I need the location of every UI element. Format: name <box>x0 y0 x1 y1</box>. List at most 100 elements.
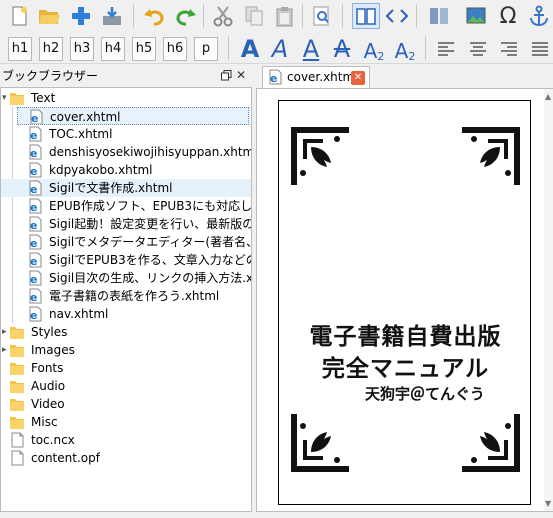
tree-folder[interactable]: ▾ Text <box>1 89 251 107</box>
paragraph-button[interactable]: p <box>194 37 218 61</box>
xhtml-file-icon: e <box>27 288 43 304</box>
vertical-scrollbar[interactable] <box>544 89 553 511</box>
tree-item-label: Fonts <box>31 361 64 375</box>
tree-item-label: Sigil目次の生成、リンクの挿入方法.xhtml <box>49 271 251 285</box>
tab-cover-xhtml[interactable]: e cover.xhtml ✕ <box>262 66 370 88</box>
xhtml-file-icon: e <box>27 216 43 232</box>
tree-folder[interactable]: ▸ Styles <box>1 323 251 341</box>
tree-item-label: EPUB作成ソフト、EPUB3にも対応したSig... <box>49 199 251 213</box>
heading-1-button[interactable]: h1 <box>8 37 32 61</box>
corner-ornament-bottom-right <box>462 414 520 472</box>
tree-folder[interactable]: Video <box>1 395 251 413</box>
copy-icon[interactable] <box>241 3 267 29</box>
xhtml-file-icon: e <box>27 270 43 286</box>
code-view-icon[interactable] <box>384 3 410 29</box>
bold-button[interactable]: A <box>238 33 262 63</box>
tree-item-label: kdpyakobo.xhtml <box>49 163 153 177</box>
svg-text:e: e <box>30 147 37 160</box>
tree-file[interactable]: e EPUB作成ソフト、EPUB3にも対応したSig... <box>1 197 251 215</box>
corner-ornament-bottom-left <box>291 414 349 472</box>
tree-folder[interactable]: Audio <box>1 377 251 395</box>
scroll-down-icon[interactable]: ▼ <box>545 500 553 508</box>
underline-button[interactable]: A <box>299 33 323 63</box>
cover-title-line1: 電子書籍自費出版 <box>309 324 502 350</box>
tree-file[interactable]: e denshisyosekiwojihisyuppan.xhtml <box>1 143 251 161</box>
tree-file[interactable]: e Sigil起動！設定変更を行い、最新版の... <box>1 215 251 233</box>
tree-item-label: Video <box>31 397 65 411</box>
folder-icon <box>9 396 25 412</box>
tree-file[interactable]: content.opf <box>1 449 251 467</box>
heading-6-button[interactable]: h6 <box>163 37 187 61</box>
superscript-button[interactable]: A2 <box>393 33 417 63</box>
tree-item-label: denshisyosekiwojihisyuppan.xhtml <box>49 145 251 159</box>
close-icon[interactable]: ✕ <box>236 69 248 81</box>
tree-folder[interactable]: Fonts <box>1 359 251 377</box>
float-icon[interactable] <box>221 70 232 81</box>
subscript-mark: 2 <box>377 50 385 63</box>
align-left-icon[interactable] <box>433 36 459 62</box>
justify-icon[interactable] <box>527 36 553 62</box>
tree-file[interactable]: e TOC.xhtml <box>1 125 251 143</box>
folder-icon <box>9 378 25 394</box>
tree-file[interactable]: e Sigil目次の生成、リンクの挿入方法.xhtml <box>1 269 251 287</box>
xhtml-file-icon: e <box>27 252 43 268</box>
tree-file[interactable]: e nav.xhtml <box>1 305 251 323</box>
xhtml-file-icon: e <box>27 144 43 160</box>
heading-2-button[interactable]: h2 <box>39 37 63 61</box>
special-character-icon[interactable]: Ω <box>495 3 521 29</box>
tree-folder[interactable]: ▸ Images <box>1 341 251 359</box>
paste-icon[interactable] <box>272 3 298 29</box>
tree-file[interactable]: toc.ncx <box>1 431 251 449</box>
file-icon <box>9 432 25 448</box>
insert-image-icon[interactable] <box>463 3 489 29</box>
cover-author: 天狗宇＠てんぐう <box>365 385 485 403</box>
heading-4-button[interactable]: h4 <box>101 37 125 61</box>
tree-file[interactable]: e Sigilで文書作成.xhtml <box>1 179 251 197</box>
new-file-icon[interactable] <box>6 3 32 29</box>
subscript-letter: A <box>363 39 378 63</box>
add-file-icon[interactable] <box>68 3 94 29</box>
tree-item-label: 電子書籍の表紙を作ろう.xhtml <box>49 289 220 303</box>
book-view-icon[interactable] <box>352 3 380 29</box>
tree-item-label: nav.xhtml <box>49 307 109 321</box>
tree-file[interactable]: e Sigilでメタデータエディター(著者名、書名、... <box>1 233 251 251</box>
tree-file[interactable]: e SigilでEPUB3を作る、文章入力などの実... <box>1 251 251 269</box>
align-right-icon[interactable] <box>496 36 522 62</box>
italic-button[interactable]: A <box>268 33 292 63</box>
tree-folder[interactable]: Misc <box>1 413 251 431</box>
tree-item-label: Misc <box>31 415 58 429</box>
svg-text:e: e <box>270 72 277 85</box>
save-icon[interactable] <box>99 3 125 29</box>
redo-icon[interactable] <box>173 3 199 29</box>
tree-item-label: Audio <box>31 379 66 393</box>
superscript-mark: 2 <box>408 50 416 63</box>
heading-5-button[interactable]: h5 <box>132 37 156 61</box>
svg-text:e: e <box>30 201 37 214</box>
cover-title-line2: 完全マニュアル <box>321 356 490 382</box>
svg-text:e: e <box>30 129 37 142</box>
tree-item-label: Text <box>31 91 56 105</box>
scroll-up-icon[interactable]: ▲ <box>545 93 553 101</box>
find-icon[interactable] <box>309 3 335 29</box>
heading-3-button[interactable]: h3 <box>70 37 94 61</box>
undo-icon[interactable] <box>141 3 167 29</box>
main-toolbar: Ω <box>0 0 553 31</box>
tree-item-label: Styles <box>31 325 68 339</box>
svg-text:e: e <box>30 237 37 250</box>
svg-text:e: e <box>30 255 37 268</box>
tab-label: cover.xhtml <box>287 70 358 84</box>
tree-file[interactable]: e cover.xhtml <box>17 107 249 125</box>
folder-icon <box>9 324 25 340</box>
folder-icon <box>9 90 25 106</box>
tree-item-label: TOC.xhtml <box>49 127 113 141</box>
open-folder-icon[interactable] <box>36 3 62 29</box>
strikethrough-button[interactable]: A <box>330 33 354 63</box>
tree-file[interactable]: e 電子書籍の表紙を作ろう.xhtml <box>1 287 251 305</box>
tree-file[interactable]: e kdpyakobo.xhtml <box>1 161 251 179</box>
subscript-button[interactable]: A2 <box>362 33 386 63</box>
cut-icon[interactable] <box>210 3 236 29</box>
split-view-icon[interactable] <box>426 3 452 29</box>
align-center-icon[interactable] <box>465 36 491 62</box>
tab-close-icon[interactable]: ✕ <box>351 71 365 85</box>
anchor-icon[interactable] <box>526 3 552 29</box>
